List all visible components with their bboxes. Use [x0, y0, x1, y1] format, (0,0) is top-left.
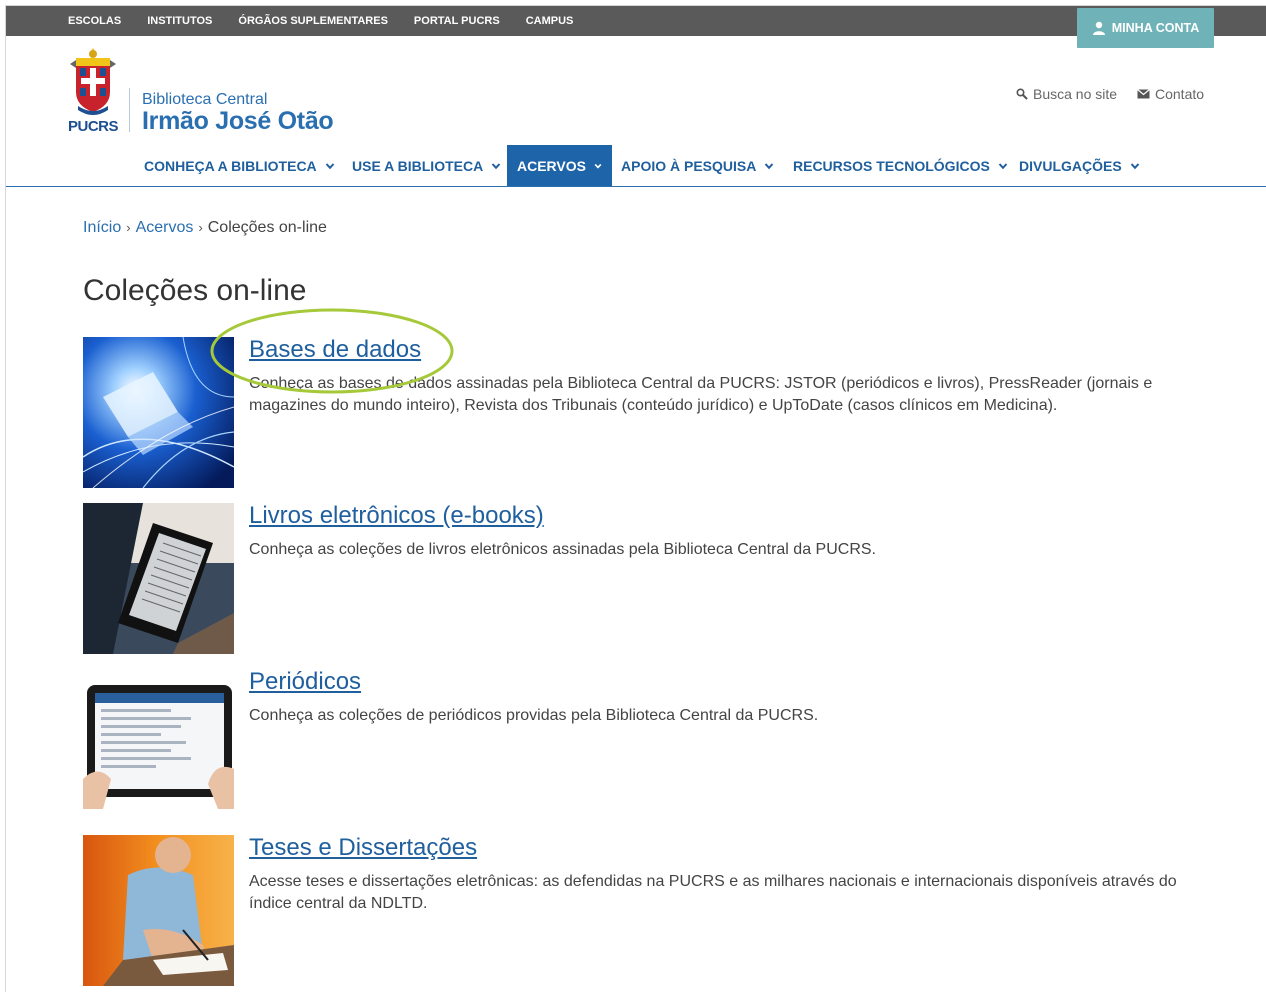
- nav-item-apoio[interactable]: APOIO À PESQUISA: [611, 145, 784, 186]
- chevron-down-icon: [1130, 162, 1139, 169]
- collection-desc-periodicos: Conheça as coleções de periódicos provid…: [249, 707, 819, 724]
- breadcrumb-home[interactable]: Início: [83, 219, 121, 236]
- contact-link[interactable]: Contato: [1137, 85, 1204, 103]
- collection-title-bases[interactable]: Bases de dados: [249, 336, 421, 364]
- top-link-orgaos[interactable]: ÓRGÃOS SUPLEMENTARES: [238, 15, 388, 27]
- nav-label: APOIO À PESQUISA: [621, 157, 757, 174]
- top-link-institutos[interactable]: INSTITUTOS: [147, 15, 212, 27]
- nav-item-divulgacoes[interactable]: DIVULGAÇÕES: [1009, 145, 1150, 186]
- breadcrumb-separator: ›: [198, 220, 203, 235]
- laptop-light-image[interactable]: [83, 337, 234, 488]
- nav-item-use[interactable]: USE A BIBLIOTECA: [342, 145, 511, 186]
- breadcrumb-separator: ›: [126, 220, 131, 235]
- search-icon: [1016, 88, 1028, 100]
- ereader-image[interactable]: [83, 503, 234, 654]
- top-link-campus[interactable]: CAMPUS: [526, 15, 574, 27]
- search-site-label: Busca no site: [1033, 86, 1118, 102]
- top-links: ESCOLAS INSTITUTOS ÓRGÃOS SUPLEMENTARES …: [68, 6, 599, 36]
- chevron-down-icon: [765, 162, 774, 169]
- nav-label: RECURSOS TECNOLÓGICOS: [793, 157, 990, 174]
- chevron-down-icon: [998, 162, 1008, 169]
- nav-label: CONHEÇA A BIBLIOTECA: [144, 157, 317, 174]
- pucrs-logo[interactable]: PUCRS: [66, 44, 120, 135]
- nav-label: USE A BIBLIOTECA: [352, 157, 484, 174]
- collection-title-teses[interactable]: Teses e Dissertações: [249, 834, 477, 862]
- collection-title-periodicos[interactable]: Periódicos: [249, 668, 361, 696]
- collection-desc-teses: Acesse teses e dissertações eletrônicas:…: [249, 873, 1177, 912]
- nav-item-acervos[interactable]: ACERVOS: [507, 145, 612, 186]
- collection-title-ebooks[interactable]: Livros eletrônicos (e-books): [249, 502, 544, 530]
- site-name-big[interactable]: Irmão José Otão: [142, 107, 334, 136]
- chevron-down-icon: [594, 163, 602, 169]
- top-link-escolas[interactable]: ESCOLAS: [68, 15, 121, 27]
- breadcrumb: Início › Acervos › Coleções on-line: [83, 219, 327, 237]
- nav-item-recursos[interactable]: RECURSOS TECNOLÓGICOS: [783, 145, 1018, 186]
- search-site-link[interactable]: Busca no site: [1016, 85, 1117, 103]
- my-account-button[interactable]: MINHA CONTA: [1077, 8, 1214, 48]
- nav-item-conheca[interactable]: CONHEÇA A BIBLIOTECA: [134, 145, 345, 186]
- breadcrumb-current: Coleções on-line: [207, 219, 327, 236]
- collection-desc-bases: Conheça as bases de dados assinadas pela…: [249, 375, 1153, 414]
- person-writing-image[interactable]: [83, 835, 234, 986]
- chevron-down-icon: [325, 162, 334, 169]
- main-nav: CONHEÇA A BIBLIOTECA USE A BIBLIOTECA AC…: [6, 145, 1266, 187]
- top-link-portal[interactable]: PORTAL PUCRS: [414, 15, 500, 27]
- nav-label: ACERVOS: [517, 157, 586, 174]
- collection-desc-ebooks: Conheça as coleções de livros eletrônico…: [249, 541, 876, 558]
- page-title: Coleções on-line: [83, 274, 307, 307]
- my-account-label: MINHA CONTA: [1111, 21, 1200, 35]
- chevron-down-icon: [491, 162, 501, 169]
- user-icon: [1092, 21, 1106, 35]
- contact-label: Contato: [1155, 86, 1205, 102]
- mail-icon: [1137, 89, 1150, 99]
- logo-wordmark: PUCRS: [68, 118, 119, 134]
- nav-label: DIVULGAÇÕES: [1019, 157, 1122, 174]
- tablet-image[interactable]: [83, 669, 234, 820]
- breadcrumb-acervos[interactable]: Acervos: [136, 219, 194, 236]
- logo-divider: [129, 88, 130, 132]
